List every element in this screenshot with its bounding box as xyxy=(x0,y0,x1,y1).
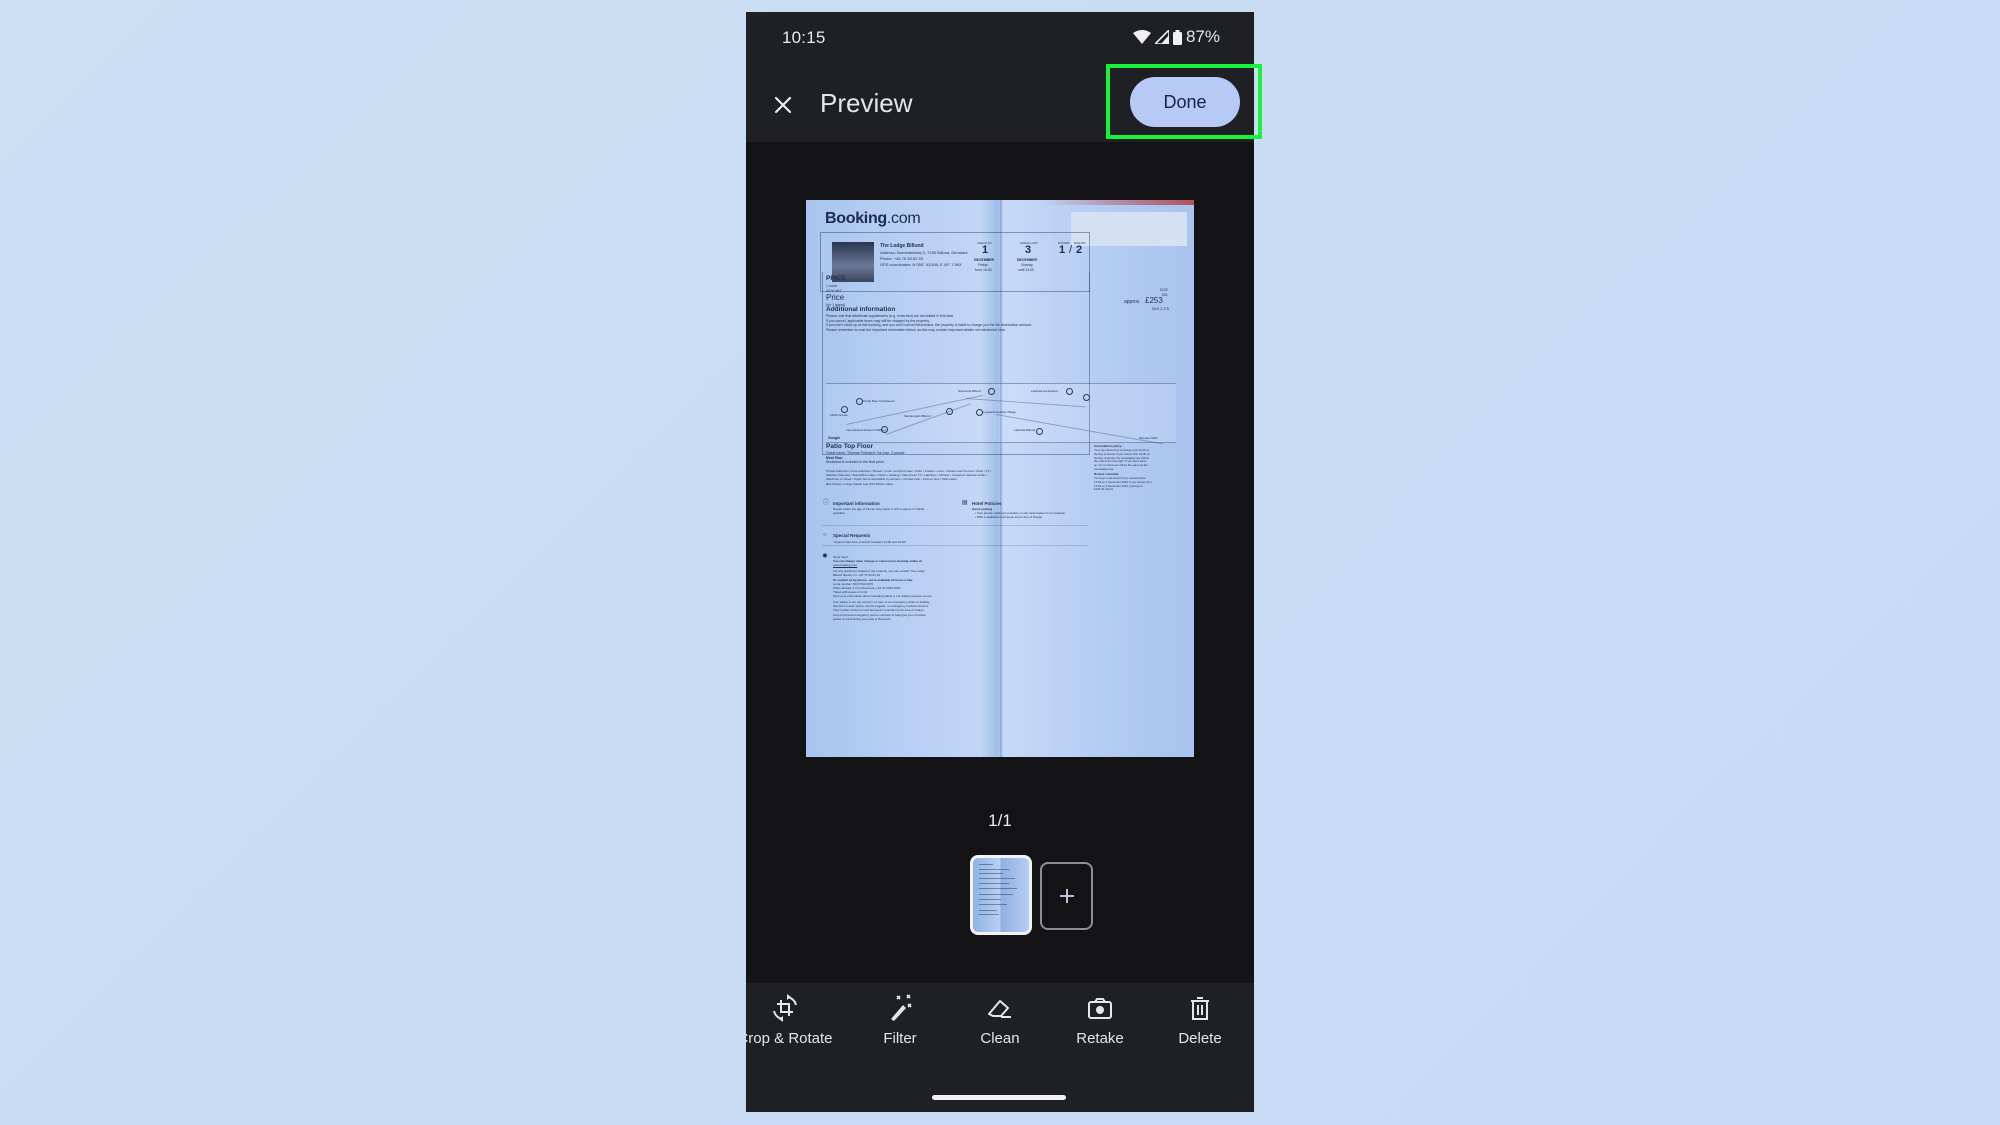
status-icons: 87% xyxy=(1132,27,1220,47)
battery-icon xyxy=(1172,29,1182,45)
location-map: Teddy Bear Art Museum LEGO House Skulptu… xyxy=(826,383,1176,445)
policy-line: • WiFi is available in all areas and is … xyxy=(975,515,1043,519)
checkout-day: 3 xyxy=(1025,244,1032,256)
add-page-button[interactable] xyxy=(1040,862,1093,930)
done-button[interactable]: Done xyxy=(1130,77,1240,127)
refund-line: £126.36 refund. xyxy=(1094,487,1114,492)
wifi-icon xyxy=(1132,30,1151,44)
page-indicator: 1/1 xyxy=(988,811,1012,830)
price-approx: approx. xyxy=(1124,299,1141,305)
phone-screen: 10:15 87% Preview Done Booking.com The L… xyxy=(746,12,1254,1112)
preview-area: Booking.com The Lodge Billund Address: N… xyxy=(746,142,1254,983)
hotel-name: The Lodge Billund xyxy=(880,243,924,249)
important-info-line: Guests under the age of 18 can only chec… xyxy=(833,507,924,511)
help-line: peace of mind during your stay in Denmar… xyxy=(833,617,892,621)
bottom-toolbar: Crop & Rotate Filter Clean Retake Delete xyxy=(746,983,1254,1112)
map-pin xyxy=(1066,388,1073,395)
close-icon xyxy=(774,96,792,114)
map-label: Lalandia Hundeskov xyxy=(1031,389,1059,393)
bed-size: Bed Size(s): 1 large double bed (151-180… xyxy=(826,482,893,486)
magic-wand-icon xyxy=(891,994,912,1021)
map-label: Naturama Billund xyxy=(958,389,982,393)
map-google-logo: Google xyxy=(828,436,841,440)
info-icon: ⓘ xyxy=(823,500,830,506)
map-label: Legoland Holiday Village xyxy=(983,410,1016,414)
map-pin xyxy=(946,408,953,415)
amenities-line: Wardrobe or closet • Upper floors access… xyxy=(826,477,957,481)
map-label: Skulpturpark Billund xyxy=(904,414,931,418)
clean-label: Clean xyxy=(980,1030,1020,1047)
status-bar: 10:15 87% xyxy=(746,12,1254,72)
price-total: £253 xyxy=(1145,296,1163,305)
policies-icon: ▤ xyxy=(962,500,968,506)
document-edge-shadow xyxy=(1044,200,1194,205)
map-pin xyxy=(988,388,995,395)
crop-rotate-button[interactable]: Crop & Rotate xyxy=(746,993,835,1053)
delete-label: Delete xyxy=(1178,1030,1222,1047)
help-line: Find more information about travelling s… xyxy=(833,594,932,598)
help-line: www.booking.com xyxy=(833,563,858,567)
map-pin xyxy=(976,409,983,416)
retake-button[interactable]: Retake xyxy=(1050,993,1150,1053)
top-app-bar: Preview Done xyxy=(746,70,1254,142)
crop-rotate-icon xyxy=(773,994,797,1022)
nights-count: 2 xyxy=(1076,244,1083,256)
plus-icon xyxy=(1059,889,1074,903)
price-dkk: DKK 2,176 xyxy=(1152,307,1169,311)
delete-button[interactable]: Delete xyxy=(1150,993,1250,1053)
map-pin xyxy=(856,398,863,405)
trash-icon xyxy=(1191,997,1209,1020)
rooms-count: 1 xyxy=(1059,244,1066,256)
hotel-gps: GPS coordinates: N 055° 43.845, E 09° 7.… xyxy=(880,262,962,267)
battery-percent: 87% xyxy=(1185,27,1220,46)
room-heading: Patio Top Floor xyxy=(826,443,874,450)
speech-bubble-icon: ○ xyxy=(823,532,827,538)
retake-label: Retake xyxy=(1076,1030,1124,1047)
map-label: International School of Billund xyxy=(846,428,886,432)
checkin-day: 1 xyxy=(982,244,989,256)
gear-icon: ✹ xyxy=(822,553,828,560)
map-label: Lalandia Billund xyxy=(1014,428,1036,432)
eraser-icon xyxy=(988,1000,1011,1018)
close-button[interactable] xyxy=(766,88,800,122)
page-thumbnail-1[interactable] xyxy=(970,855,1032,935)
map-label: Teddy Bear Art Museum xyxy=(863,399,896,403)
booking-logo: Booking.com xyxy=(825,210,921,227)
map-pin xyxy=(1083,394,1090,401)
cellular-signal-icon xyxy=(1154,30,1169,44)
scanned-document-page[interactable]: Booking.com The Lodge Billund Address: N… xyxy=(806,200,1194,757)
important-info-line: guardian. xyxy=(833,511,846,515)
help-line: This number works in most European count… xyxy=(833,607,925,612)
meal-plan-desc: Breakfast is included in the final price… xyxy=(826,460,885,464)
map-label: LEGO House xyxy=(830,413,848,417)
divider xyxy=(822,545,1088,546)
help-line: Billund directly on: +45 75 33 81 33 xyxy=(833,572,880,577)
divider xyxy=(822,525,1088,526)
map-attribution: Map data ©2023 xyxy=(1139,437,1158,440)
filter-label: Filter xyxy=(883,1030,917,1047)
status-time: 10:15 xyxy=(782,28,826,47)
crop-rotate-label: Crop & Rotate xyxy=(746,1030,833,1047)
home-indicator[interactable] xyxy=(932,1095,1066,1100)
camera-icon xyxy=(1088,998,1112,1019)
page-title: Preview xyxy=(820,88,913,118)
map-pin xyxy=(1036,428,1043,435)
filter-button[interactable]: Filter xyxy=(850,993,950,1053)
clean-button[interactable]: Clean xyxy=(950,993,1050,1053)
